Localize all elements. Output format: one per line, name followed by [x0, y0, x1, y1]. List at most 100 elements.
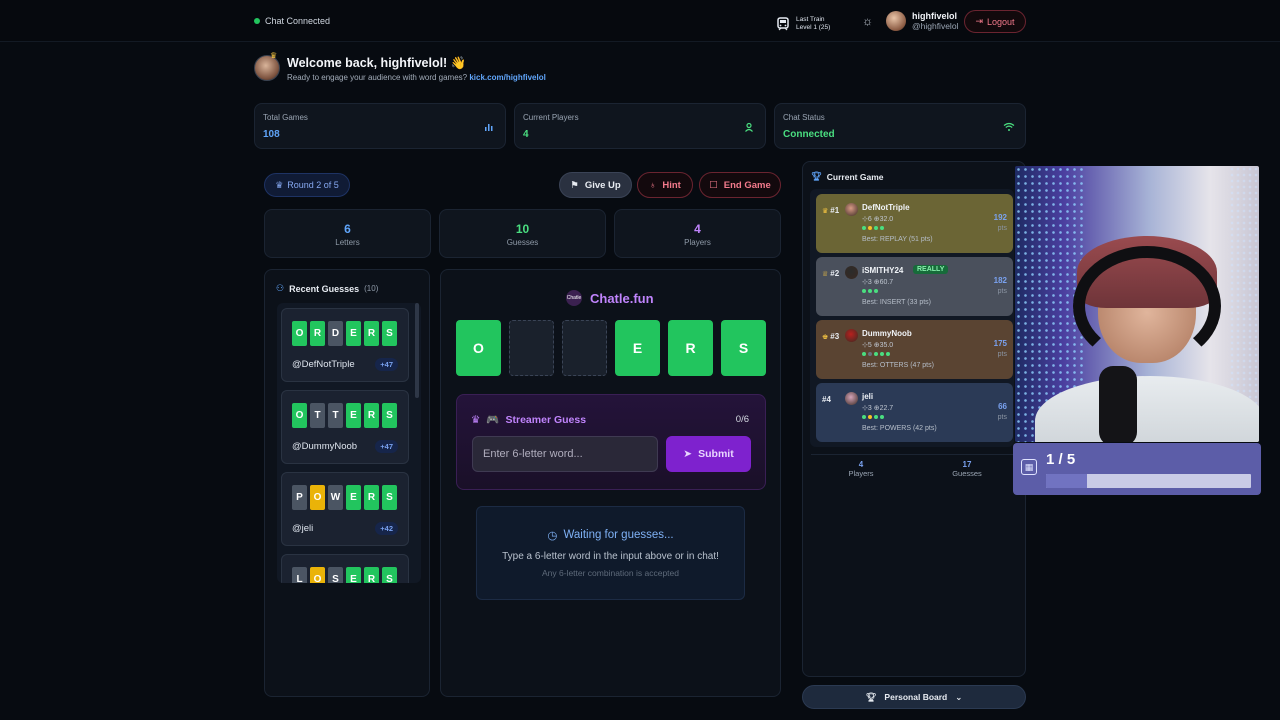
player-avatar	[845, 203, 858, 216]
player-best-word: Best: POWERS (42 pts)	[862, 425, 937, 432]
guess-letter-tile: D	[328, 321, 343, 346]
avatar	[886, 11, 906, 31]
guess-points-badge: +47	[375, 440, 398, 453]
top-bar	[0, 0, 1280, 42]
word-tile: R	[668, 320, 713, 376]
personal-board-button[interactable]: 🏆︎ Personal Board ⌄	[802, 685, 1026, 709]
guess-points-badge: +47	[375, 358, 398, 371]
guess-username: @jeli	[292, 523, 314, 534]
player-guess-dots	[862, 415, 884, 419]
user-profile[interactable]: highfivelol @highfivelol	[886, 11, 958, 31]
guess-username: @DummyNoob	[292, 441, 358, 452]
lightbulb-icon: ♁	[649, 179, 657, 191]
channel-link[interactable]: kick.com/highfivelol	[469, 73, 545, 82]
player-word-tag: REALLY	[913, 265, 949, 274]
wifi-icon	[1001, 119, 1017, 135]
bar-chart-icon	[481, 119, 497, 135]
mini-stat-label: Letters	[335, 238, 360, 247]
mini-stat-value: 4	[694, 222, 701, 236]
submit-button[interactable]: ➤ Submit	[666, 436, 751, 472]
guess-letter-tile: O	[292, 403, 307, 428]
mini-stat-value: 10	[515, 222, 530, 236]
theme-toggle-sun-icon[interactable]: ☼	[862, 14, 873, 28]
player-rank-label: #4	[822, 395, 831, 404]
streamer-guess-panel: ♛ 🎮 Streamer Guess 0/6 ➤ Submit	[456, 394, 766, 490]
train-label: Last Train	[796, 16, 825, 23]
guess-dot	[868, 226, 872, 230]
give-up-label: Give Up	[584, 179, 621, 191]
guess-letter-tile: E	[346, 567, 361, 583]
welcome-subtitle-text: Ready to engage your audience with word …	[287, 73, 468, 82]
guess-dot	[862, 226, 866, 230]
guess-dot	[862, 415, 866, 419]
brand-name: Chatle.fun	[590, 290, 654, 306]
crown-icon: ♛	[270, 51, 278, 60]
recent-guesses-panel: ⚇ Recent Guesses (10) O R D E R S @DefNotTripl…	[264, 269, 430, 697]
mini-stat-letters: 6 Letters	[264, 209, 431, 258]
recent-guesses-list[interactable]: O R D E R S @DefNotTriple +47 O T T E R S @DummyNoob +4…	[277, 303, 421, 583]
guess-letter-tile: T	[328, 403, 343, 428]
guess-letter-tile: R	[364, 567, 379, 583]
guess-letter-tile: P	[292, 485, 307, 510]
player-rank: ♚ #3	[822, 332, 839, 341]
guess-letter-tile: E	[346, 321, 361, 346]
player-rank: ♕ #2	[822, 269, 839, 278]
logout-button[interactable]: ⇥ Logout	[964, 10, 1026, 33]
player-stats: ⊹3 ⊕60.7	[862, 279, 894, 286]
guess-dot	[868, 289, 872, 293]
player-avatar	[845, 266, 858, 279]
stat-label: Total Games	[263, 113, 308, 122]
end-game-button[interactable]: ☐ End Game	[699, 172, 781, 198]
guess-letter-tile: R	[364, 403, 379, 428]
guess-letter-tile: S	[382, 567, 397, 583]
username: highfivelol	[912, 11, 957, 21]
stat-label: Chat Status	[783, 113, 825, 122]
stat-card-total-games: Total Games 108	[254, 103, 506, 149]
footer-guesses: 17 Guesses	[927, 460, 1007, 478]
player-points-label: pts	[997, 351, 1007, 358]
flag-icon: ⚑	[570, 179, 579, 191]
recent-guesses-scrollbar[interactable]	[415, 303, 419, 398]
crown-icon: ♛	[275, 179, 284, 190]
streamer-guess-count: 0/6	[735, 414, 749, 425]
streamer-guess-title: Streamer Guess	[505, 413, 587, 426]
current-game-title: Current Game	[826, 171, 884, 182]
guess-dot	[874, 352, 878, 356]
brand-header: Chatle Chatle.fun	[566, 290, 654, 306]
users-icon: ⚇	[276, 283, 285, 293]
word-tile: O	[456, 320, 501, 376]
footer-guesses-label: Guesses	[952, 469, 982, 478]
guess-points-badge: +42	[375, 522, 398, 535]
stat-value: 108	[263, 129, 280, 140]
player-rank: ♛ #1	[822, 206, 839, 215]
round-label: Round 2 of 5	[287, 180, 339, 190]
mini-stat-guesses: 10 Guesses	[439, 209, 606, 258]
train-level-widget[interactable]: Last Train Level 1 (25)	[776, 16, 830, 32]
waiting-panel: ◷ Waiting for guesses... Type a 6-letter…	[476, 506, 745, 600]
guess-card: O R D E R S @DefNotTriple +47	[281, 308, 409, 382]
stat-value: Connected	[783, 129, 835, 140]
guess-dot	[868, 352, 872, 356]
chat-status-label: Chat Connected	[265, 16, 331, 26]
hint-button[interactable]: ♁ Hint	[637, 172, 693, 198]
guess-tiles: ORDERS	[292, 321, 397, 346]
give-up-button[interactable]: ⚑ Give Up	[559, 172, 632, 198]
leaderboard-list[interactable]: ♛ #1 DefNotTriple ⊹6 ⊕32.0 Best: REPLAY (51 …	[810, 189, 1014, 447]
current-game-header: 🏆︎ Current Game	[811, 171, 883, 182]
clock-icon: ◷	[547, 530, 558, 542]
player-rank-label: #3	[830, 332, 840, 341]
waiting-title-row: ◷ Waiting for guesses...	[477, 528, 744, 542]
mini-stat-value: 6	[344, 222, 351, 236]
guess-input[interactable]	[472, 436, 658, 472]
recent-guesses-title: Recent Guesses	[289, 283, 360, 294]
guess-dot	[880, 352, 884, 356]
footer-players-value: 4	[858, 460, 864, 469]
word-tile	[509, 320, 554, 376]
player-points-label: pts	[997, 414, 1007, 421]
guess-letter-tile: T	[310, 403, 325, 428]
footer-players-label: Players	[848, 469, 874, 478]
player-points-label: pts	[997, 225, 1007, 232]
guess-dot	[874, 415, 878, 419]
waiting-title: Waiting for guesses...	[563, 529, 674, 541]
guess-letter-tile: W	[328, 485, 343, 510]
